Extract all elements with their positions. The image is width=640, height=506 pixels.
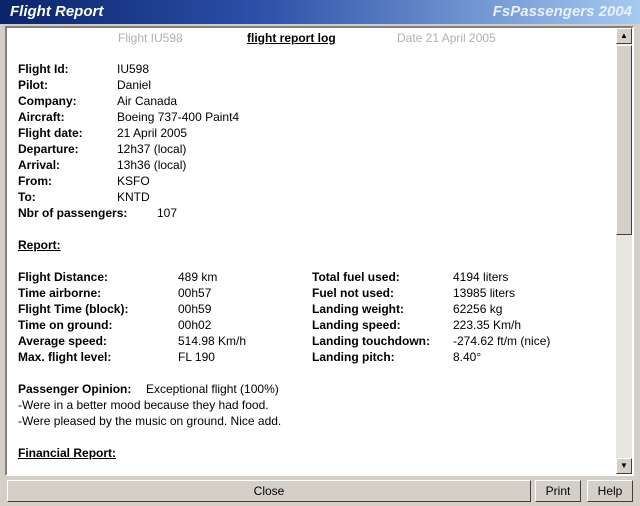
field-label: To: [18, 190, 36, 204]
field-label: Aircraft: [18, 110, 65, 124]
field-label: Landing touchdown: [312, 334, 430, 348]
field-value: 12h37 (local) [117, 142, 187, 156]
field-label: Flight Time (block): [18, 302, 129, 316]
brand-label: FsPassengers 2004 [492, 3, 632, 20]
report-heading: Report: [18, 238, 61, 252]
field-label: Flight date: [18, 126, 83, 140]
field-label: Landing weight: [312, 302, 404, 316]
close-button[interactable]: Close [7, 480, 531, 502]
field-label: Pilot: [18, 78, 48, 92]
field-value: 00h02 [178, 318, 212, 332]
field-value: 107 [157, 206, 178, 220]
opinion-note: -Were pleased by the music on ground. Ni… [18, 414, 282, 428]
field-label: Landing pitch: [312, 350, 395, 364]
field-value: 13h36 (local) [117, 158, 187, 172]
opinion-note: -Were in a better mood because they had … [18, 398, 269, 412]
field-label: Time airborne: [18, 286, 102, 300]
flight-label: Flight IU598 [118, 31, 183, 45]
field-label: Time on ground: [18, 318, 113, 332]
field-value: -274.62 ft/m (nice) [453, 334, 551, 348]
field-value: 489 km [178, 270, 218, 284]
field-value: 8.40° [453, 350, 482, 364]
scroll-up-icon[interactable]: ▲ [616, 28, 632, 44]
date-label: Date 21 April 2005 [397, 31, 496, 45]
scroll-down-icon[interactable]: ▼ [616, 458, 632, 474]
vertical-scrollbar[interactable]: ▲ ▼ [616, 28, 632, 474]
scroll-thumb[interactable] [616, 45, 632, 235]
field-label: Flight Id: [18, 62, 69, 76]
field-label: Company: [18, 94, 77, 108]
help-button[interactable]: Help [587, 480, 633, 502]
log-title: flight report log [247, 31, 336, 45]
field-label: Nbr of passengers: [18, 206, 128, 220]
field-label: Arrival: [18, 158, 61, 172]
report-frame: Flight IU598 flight report log Date 21 A… [5, 26, 634, 476]
field-label: Max. flight level: [18, 350, 112, 364]
field-value: 13985 liters [453, 286, 516, 300]
field-value: 21 April 2005 [117, 126, 188, 140]
field-label: Total fuel used: [312, 270, 400, 284]
field-value: KNTD [117, 190, 150, 204]
print-button[interactable]: Print [535, 480, 581, 502]
field-value: 62256 kg [453, 302, 503, 316]
title-bar[interactable]: Flight Report FsPassengers 2004 [0, 0, 640, 24]
field-value: IU598 [117, 62, 150, 76]
field-value: 00h59 [178, 302, 212, 316]
field-value: 4194 liters [453, 270, 509, 284]
field-value: KSFO [117, 174, 150, 188]
opinion-value: Exceptional flight (100%) [146, 382, 279, 396]
report-content: Flight IU598 flight report log Date 21 A… [7, 28, 617, 474]
field-value: Daniel [117, 78, 152, 92]
financial-heading: Financial Report: [18, 446, 117, 460]
opinion-label: Passenger Opinion: [18, 382, 132, 396]
field-value: Air Canada [117, 94, 178, 108]
field-label: Flight Distance: [18, 270, 109, 284]
field-value: FL 190 [178, 350, 215, 364]
field-label: From: [18, 174, 52, 188]
field-value: 00h57 [178, 286, 212, 300]
field-label: Landing speed: [312, 318, 401, 332]
field-label: Fuel not used: [312, 286, 394, 300]
field-label: Average speed: [18, 334, 107, 348]
field-value: Boeing 737-400 Paint4 [117, 110, 240, 124]
field-label: Departure: [18, 142, 79, 156]
window-title: Flight Report [10, 3, 104, 20]
field-value: 514.98 Km/h [178, 334, 247, 348]
field-value: 223.35 Km/h [453, 318, 522, 332]
